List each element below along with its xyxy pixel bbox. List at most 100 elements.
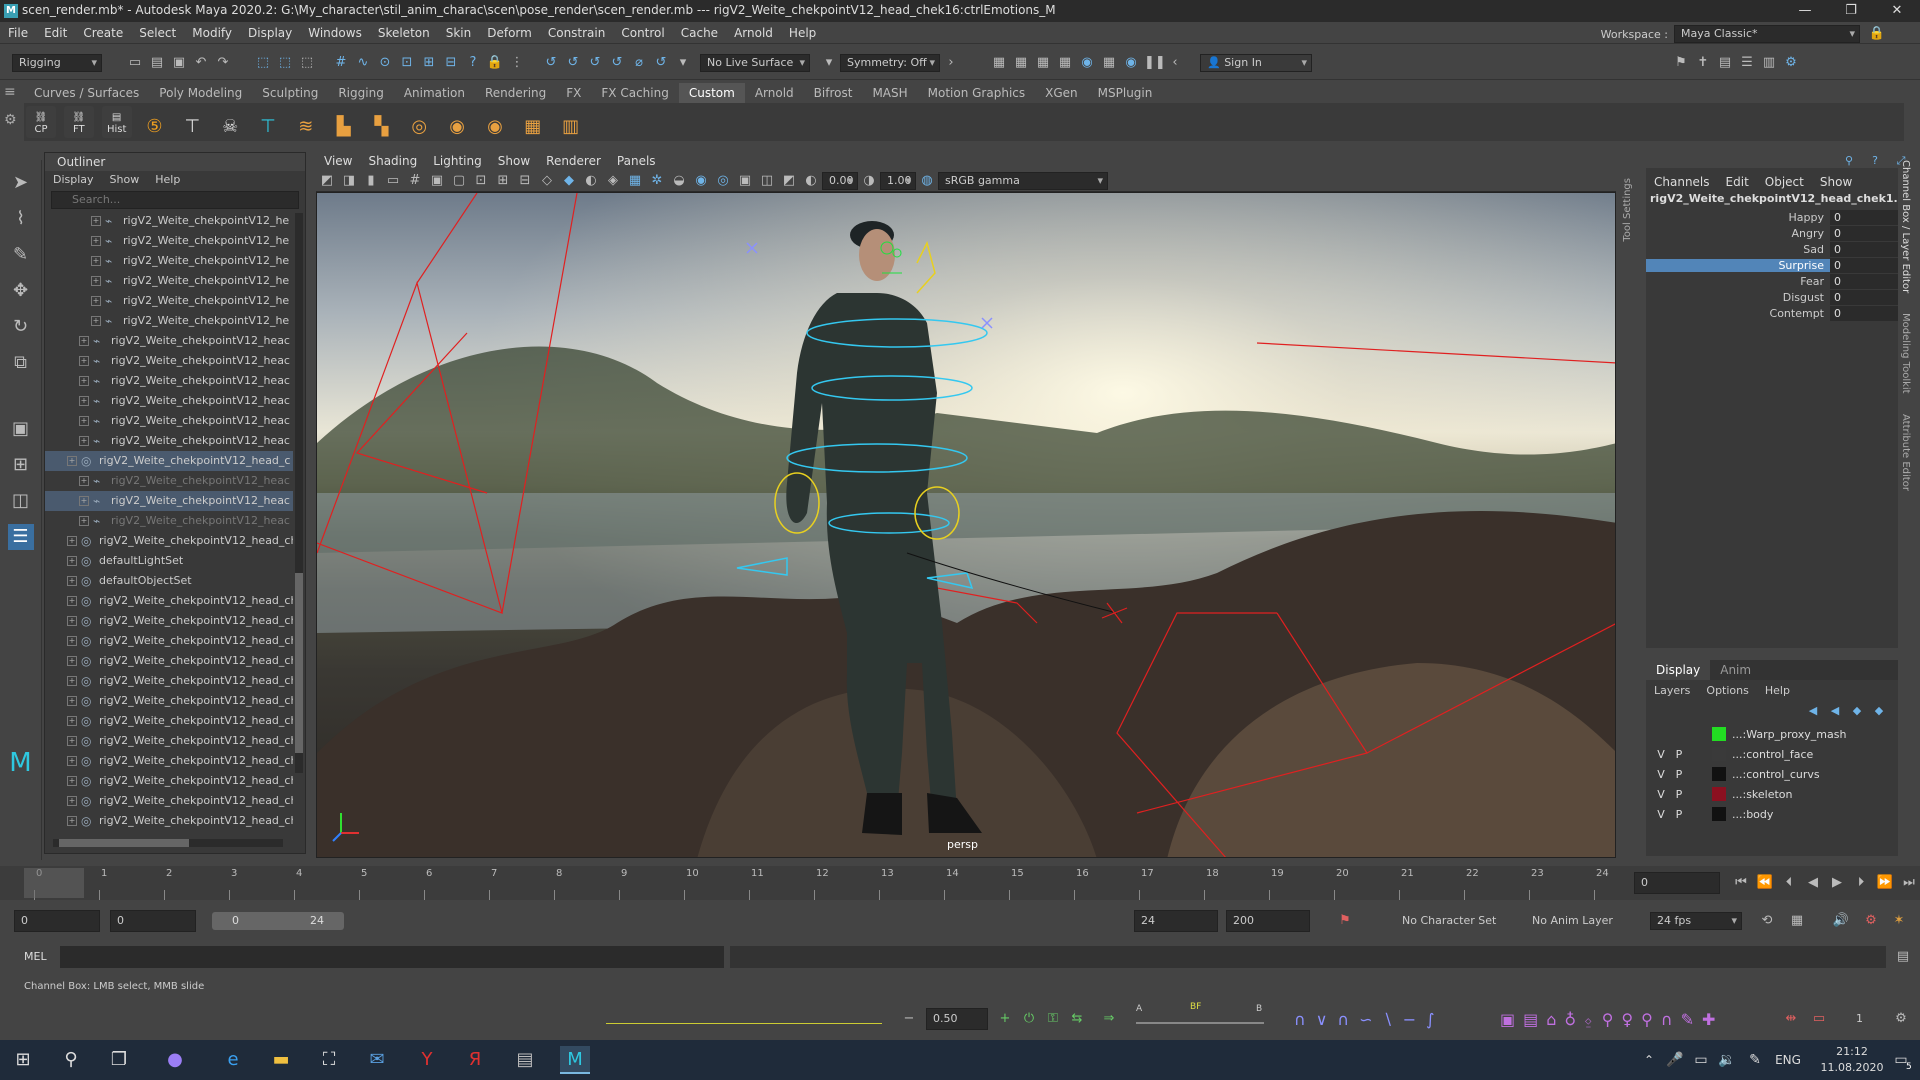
expand-icon[interactable]: +	[67, 816, 77, 826]
loop-icon[interactable]: ⟲	[1758, 912, 1776, 930]
outliner-item[interactable]: + ⌁ rigV2_Weite_chekpointV12_heac	[45, 431, 293, 451]
sound-icon[interactable]: 🔊	[1832, 912, 1850, 930]
dropdown-arrow-icon[interactable]: ▾	[674, 54, 692, 72]
channel-attribute-row[interactable]: Happy 0	[1646, 209, 1898, 225]
character-icon[interactable]: ✶	[1890, 912, 1908, 930]
viewport-menu-lighting[interactable]: Lighting	[425, 152, 490, 170]
animation-end-field[interactable]: 200	[1226, 910, 1310, 932]
channels-edit-menu[interactable]: Edit	[1718, 172, 1757, 192]
channel-attribute-value[interactable]: 0	[1830, 305, 1898, 321]
save-scene-icon[interactable]: ▣	[170, 54, 188, 72]
shelf-tab-curves-surfaces[interactable]: Curves / Surfaces	[24, 83, 149, 103]
channel-attribute-row[interactable]: Fear 0	[1646, 273, 1898, 289]
undo-icon[interactable]: ↶	[192, 54, 210, 72]
shelf-grid-icon[interactable]: ▦	[518, 111, 548, 143]
outliner-item[interactable]: + ⌁ rigV2_Weite_chekpointV12_he	[45, 231, 293, 251]
pose-tool-icons[interactable]: ▣▤⌂♁⍚⚲♀⚲∩✎✚	[1500, 1010, 1723, 1030]
render-settings-icon[interactable]: ↺	[608, 54, 626, 72]
construction-history-icon[interactable]: ↺	[542, 54, 560, 72]
channel-attribute-row[interactable]: Surprise 0	[1646, 257, 1898, 273]
shelf-tab-motion-graphics[interactable]: Motion Graphics	[918, 83, 1036, 103]
expand-icon[interactable]: +	[67, 776, 77, 786]
outliner-item[interactable]: + ⌁ rigV2_Weite_chekpointV12_heac	[45, 471, 293, 491]
expand-icon[interactable]: +	[79, 436, 89, 446]
channel-attribute-value[interactable]: 0	[1830, 241, 1898, 257]
new-scene-icon[interactable]: ▭	[126, 54, 144, 72]
arrow-right-icon[interactable]: ›	[942, 54, 960, 72]
expand-icon[interactable]: +	[67, 676, 77, 686]
menu-deform[interactable]: Deform	[479, 22, 540, 44]
shelf-tab-animation[interactable]: Animation	[394, 83, 475, 103]
expand-icon[interactable]: +	[67, 556, 77, 566]
current-frame-field[interactable]: 0	[1634, 872, 1720, 894]
safe-action-icon[interactable]: ⊟	[516, 172, 534, 190]
select-tool-icon[interactable]: ➤	[8, 170, 34, 196]
expand-icon[interactable]: +	[67, 716, 77, 726]
minimize-button[interactable]: —	[1782, 0, 1828, 22]
shelf-tab-rigging[interactable]: Rigging	[328, 83, 393, 103]
expand-icon[interactable]: +	[67, 736, 77, 746]
gamma-field[interactable]: 1.00	[880, 171, 916, 190]
yandex-browser-icon[interactable]: Я	[460, 1046, 490, 1074]
yandex-icon[interactable]: Y	[412, 1046, 442, 1074]
layer-color-swatch[interactable]	[1712, 807, 1726, 821]
shelf-ft-button[interactable]: ⛓ FT	[63, 106, 94, 138]
shelf-hist-button[interactable]: ▤ Hist	[101, 106, 132, 138]
camera-select-icon[interactable]: ◩	[318, 172, 336, 190]
fps-dropdown[interactable]: 24 fps	[1650, 912, 1742, 930]
highlight-icon[interactable]: ⋮	[508, 54, 526, 72]
shelf-tab-arnold[interactable]: Arnold	[745, 83, 804, 103]
pause-icon[interactable]: ❚❚	[1144, 54, 1166, 72]
shelf-number-icon[interactable]: ⑤	[139, 111, 169, 143]
shelf-tab-mash[interactable]: MASH	[862, 83, 917, 103]
close-button[interactable]: ✕	[1874, 0, 1920, 22]
blend-slider[interactable]	[1136, 1022, 1264, 1024]
outliner-item[interactable]: + ◎ rigV2_Weite_chekpointV12_head_che	[45, 611, 293, 631]
outliner-item[interactable]: + ⌁ rigV2_Weite_chekpointV12_he	[45, 291, 293, 311]
image-plane-icon[interactable]: ▭	[384, 172, 402, 190]
script-editor-icon[interactable]: ▤	[1894, 948, 1912, 966]
expand-icon[interactable]: +	[91, 236, 101, 246]
snap-view-icon[interactable]: ⊡	[398, 54, 416, 72]
render-icon[interactable]: ↺	[564, 54, 582, 72]
bookmark-icon[interactable]: ▮	[362, 172, 380, 190]
outliner-item[interactable]: + ◎ rigV2_Weite_chekpointV12_head_c	[45, 451, 293, 471]
expand-icon[interactable]: +	[67, 456, 77, 466]
layer-playback-toggle[interactable]: P	[1670, 768, 1688, 781]
shelf-tab-fx[interactable]: FX	[556, 83, 591, 103]
expand-icon[interactable]: +	[79, 476, 89, 486]
shelf-tab-custom[interactable]: Custom	[678, 83, 745, 103]
channel-attribute-value[interactable]: 0	[1830, 273, 1898, 289]
lock-selection-icon[interactable]: 🔒	[486, 54, 504, 72]
shelf-blocks-icon[interactable]: ▚	[366, 111, 396, 143]
menu-cache[interactable]: Cache	[673, 22, 726, 44]
shelf-disc-icon[interactable]: ◉	[480, 111, 510, 143]
layer-color-swatch[interactable]	[1712, 787, 1726, 801]
arnold-view-icon[interactable]: ▦	[1100, 54, 1118, 72]
menu-help[interactable]: Help	[781, 22, 824, 44]
view-transform-dropdown[interactable]: sRGB gamma	[938, 171, 1108, 190]
outliner-item[interactable]: + ⌁ rigV2_Weite_chekpointV12_heac	[45, 331, 293, 351]
outliner-item[interactable]: + ◎ rigV2_Weite_chekpointV12_head_che	[45, 531, 293, 551]
lock-icon[interactable]: 🔒	[1868, 25, 1886, 43]
maximize-button[interactable]: ❐	[1828, 0, 1874, 22]
shelf-tab-xgen[interactable]: XGen	[1035, 83, 1088, 103]
xray-joints-icon[interactable]: ◩	[780, 172, 798, 190]
layers-help-menu[interactable]: Help	[1757, 684, 1798, 697]
weight-field[interactable]: 0.50	[926, 1008, 988, 1030]
time-slider[interactable]: 0123456789101112131415161718192021222324…	[0, 866, 1920, 900]
plus-icon[interactable]: +	[996, 1010, 1014, 1028]
select-hierarchy-icon[interactable]: ⬚	[254, 54, 272, 72]
expand-icon[interactable]: +	[91, 276, 101, 286]
layers-menu[interactable]: Layers	[1646, 684, 1698, 697]
channel-box-tab[interactable]: Channel Box / Layer Editor	[1900, 160, 1911, 293]
maya-taskbar-icon[interactable]: M	[560, 1046, 590, 1074]
resolution-gate-icon[interactable]: ▢	[450, 172, 468, 190]
channel-attribute-name[interactable]: Surprise	[1646, 258, 1830, 272]
render-view-icon[interactable]: ↺	[652, 54, 670, 72]
shelf-stack-icon[interactable]: ≋	[291, 111, 321, 143]
symmetry-dropdown-icon[interactable]: ▾	[820, 54, 838, 72]
shelf-tab-fx-caching[interactable]: FX Caching	[591, 83, 678, 103]
expand-icon[interactable]: +	[67, 576, 77, 586]
outliner-scrollbar[interactable]	[295, 213, 303, 773]
